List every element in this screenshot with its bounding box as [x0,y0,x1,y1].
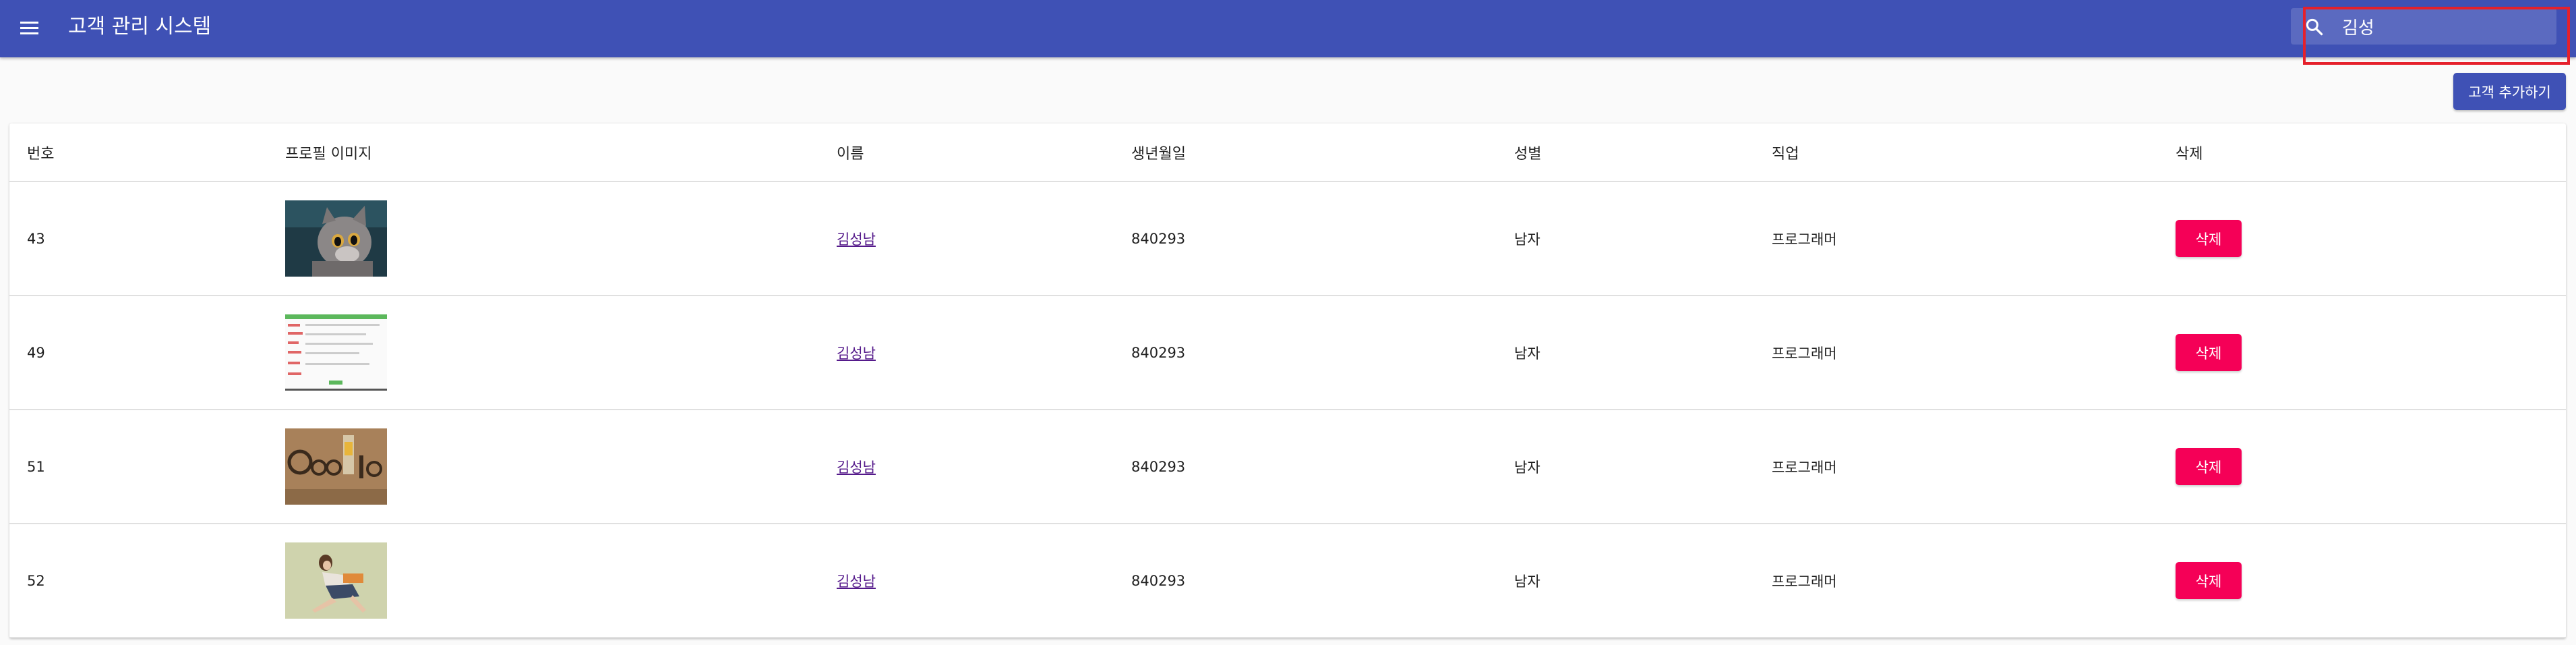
header-delete: 삭제 [2158,123,2566,182]
table-row: 43 김성남 840293 남자 프로그래머 삭제 [9,181,2566,296]
cell-birthday: 840293 [1114,410,1497,524]
profile-image-cat [285,200,387,277]
cell-profile-image [268,181,819,296]
table-header-row: 번호 프로필 이미지 이름 생년월일 성별 직업 삭제 [9,123,2566,182]
cell-job: 프로그래머 [1754,524,2158,638]
customer-name-link[interactable]: 김성남 [837,345,876,362]
customer-name-link[interactable]: 김성남 [837,231,876,248]
delete-button[interactable]: 삭제 [2176,220,2242,257]
app-title: 고객 관리 시스템 [68,15,212,38]
cell-job: 프로그래머 [1754,410,2158,524]
table-row: 49 김성남 840293 남자 프로그래머 삭제 [9,296,2566,410]
header-profile-image: 프로필 이미지 [268,123,819,182]
delete-button[interactable]: 삭제 [2176,562,2242,599]
cell-gender: 남자 [1497,410,1754,524]
header-id: 번호 [9,123,268,182]
cell-profile-image [268,296,819,410]
header-name: 이름 [819,123,1114,182]
cell-profile-image [268,524,819,638]
cell-id: 52 [9,524,268,638]
menu-icon[interactable] [15,13,43,42]
cell-job: 프로그래머 [1754,296,2158,410]
cell-id: 43 [9,181,268,296]
cell-id: 51 [9,410,268,524]
customer-name-link[interactable]: 김성남 [837,573,876,590]
customer-table: 번호 프로필 이미지 이름 생년월일 성별 직업 삭제 43 김성남 84029… [9,123,2566,638]
add-customer-button[interactable]: 고객 추가하기 [2453,73,2566,110]
header-gender: 성별 [1497,123,1754,182]
profile-image-person [285,542,387,619]
search-icon [2306,18,2323,36]
cell-job: 프로그래머 [1754,181,2158,296]
cell-id: 49 [9,296,268,410]
cell-gender: 남자 [1497,181,1754,296]
header-birthday: 생년월일 [1114,123,1497,182]
search-input[interactable] [2342,13,2544,39]
cell-profile-image [268,410,819,524]
delete-button[interactable]: 삭제 [2176,448,2242,485]
customer-name-link[interactable]: 김성남 [837,459,876,476]
search-box[interactable] [2291,8,2556,45]
delete-button[interactable]: 삭제 [2176,334,2242,371]
header-job: 직업 [1754,123,2158,182]
profile-image-doodle [285,428,387,505]
app-bar: 고객 관리 시스템 [0,0,2576,57]
cell-birthday: 840293 [1114,524,1497,638]
cell-gender: 남자 [1497,296,1754,410]
customer-table-card: 번호 프로필 이미지 이름 생년월일 성별 직업 삭제 43 김성남 84029… [9,123,2566,638]
profile-image-webpage [285,314,387,391]
cell-birthday: 840293 [1114,181,1497,296]
table-row: 51 김성남 840293 남자 프로그래머 삭제 [9,410,2566,524]
cell-birthday: 840293 [1114,296,1497,410]
cell-gender: 남자 [1497,524,1754,638]
table-row: 52 김성남 840293 남자 프로그래머 삭제 [9,524,2566,638]
